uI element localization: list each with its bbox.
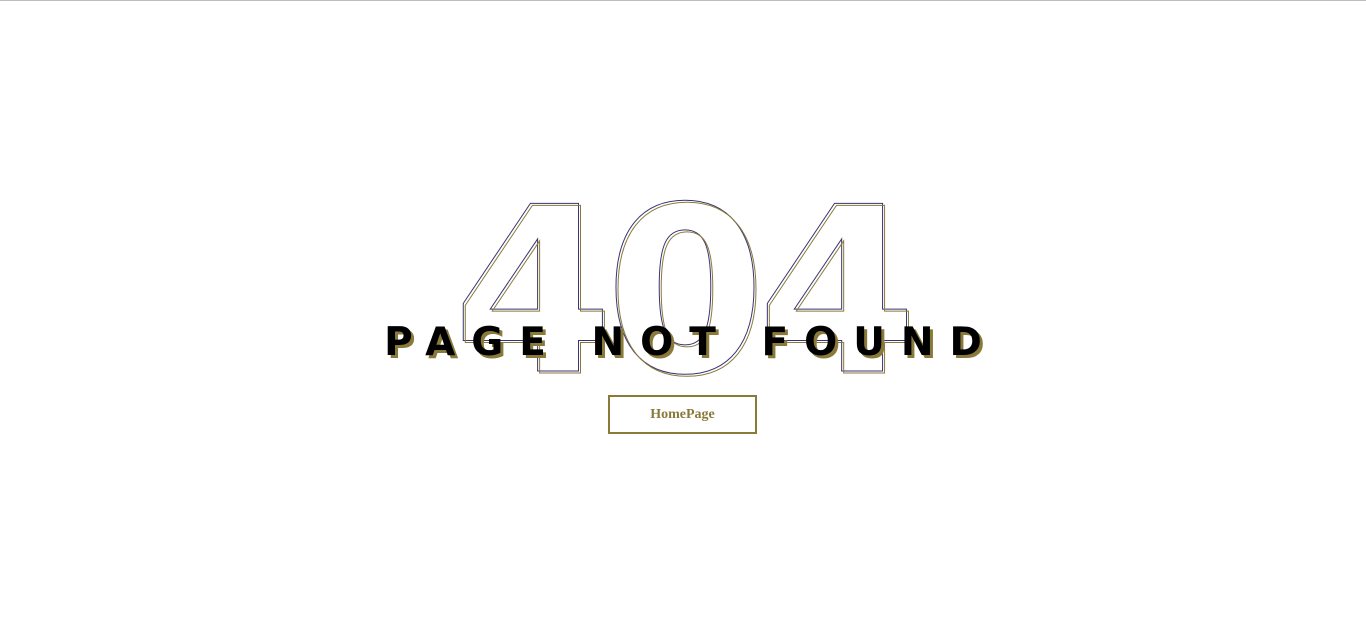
page-not-found-heading: PAGE NOT FOUND <box>384 320 998 365</box>
error-code-outline: 404 404 <box>452 159 919 429</box>
homepage-button[interactable]: HomePage <box>608 395 757 434</box>
error-404-page: 404 404 PAGE NOT FOUND HomePage <box>0 0 1366 623</box>
error-code-outline-gold: 404 <box>455 161 911 428</box>
